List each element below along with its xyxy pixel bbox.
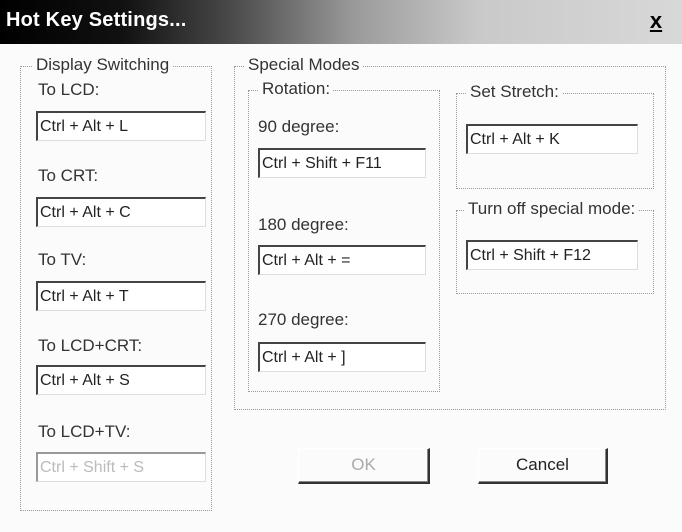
to-crt-hotkey-field[interactable]: Ctrl + Alt + C — [36, 197, 206, 227]
ok-button[interactable]: OK — [298, 448, 430, 484]
rotation-90-hotkey-field[interactable]: Ctrl + Shift + F11 — [258, 148, 426, 178]
window-title: Hot Key Settings... — [6, 9, 187, 31]
to-tv-label: To TV: — [38, 250, 87, 269]
to-lcd-tv-label: To LCD+TV: — [38, 422, 131, 441]
to-lcd-crt-hotkey-field[interactable]: Ctrl + Alt + S — [36, 365, 206, 395]
rotation-180-label: 180 degree: — [258, 215, 349, 234]
turn-off-special-mode-hotkey-field[interactable]: Ctrl + Shift + F12 — [466, 240, 638, 270]
cancel-button[interactable]: Cancel — [478, 448, 608, 484]
to-lcd-hotkey-field[interactable]: Ctrl + Alt + L — [36, 111, 206, 141]
to-crt-label: To CRT: — [38, 166, 99, 185]
rotation-270-label: 270 degree: — [258, 310, 349, 329]
to-lcd-label: To LCD: — [38, 80, 100, 99]
to-lcd-tv-hotkey-field: Ctrl + Shift + S — [36, 452, 206, 482]
turn-off-special-mode-label: Turn off special mode: — [465, 199, 639, 219]
set-stretch-hotkey-field[interactable]: Ctrl + Alt + K — [466, 124, 638, 154]
special-modes-label: Special Modes — [245, 55, 363, 75]
to-tv-hotkey-field[interactable]: Ctrl + Alt + T — [36, 281, 206, 311]
rotation-270-hotkey-field[interactable]: Ctrl + Alt + ] — [258, 342, 426, 372]
to-lcd-crt-label: To LCD+CRT: — [38, 336, 143, 355]
rotation-180-hotkey-field[interactable]: Ctrl + Alt + = — [258, 245, 426, 275]
rotation-90-label: 90 degree: — [258, 117, 340, 136]
rotation-label: Rotation: — [259, 79, 334, 99]
close-icon[interactable]: x — [644, 8, 668, 34]
display-switching-label: Display Switching — [33, 55, 173, 75]
set-stretch-label: Set Stretch: — [467, 82, 562, 102]
title-bar[interactable]: Hot Key Settings... x — [0, 0, 682, 44]
